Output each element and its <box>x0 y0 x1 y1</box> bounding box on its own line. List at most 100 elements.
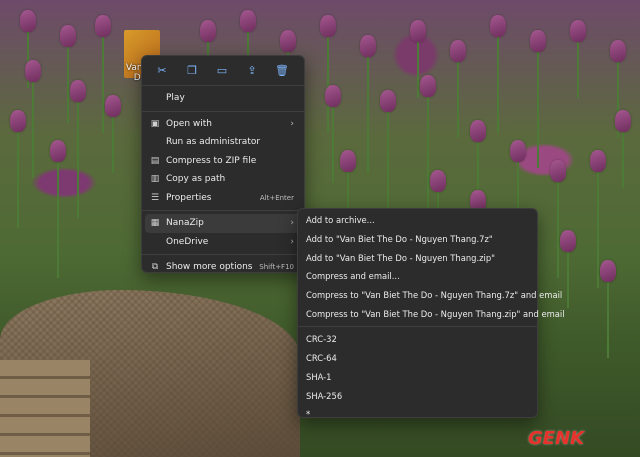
submenu-item-compress-7z-email[interactable]: Compress to "Van Biet The Do - Nguyen Th… <box>298 286 562 305</box>
nanazip-submenu: Add to archive... Add to "Van Biet The D… <box>297 208 565 419</box>
chevron-right-icon: › <box>290 118 294 129</box>
tulip-flower <box>570 20 586 42</box>
tulip-flower <box>450 40 466 62</box>
menu-item-label: OneDrive <box>166 236 209 247</box>
tulip-flower <box>600 260 616 282</box>
share-icon[interactable]: ⇪ <box>240 62 264 78</box>
tulip-stem <box>17 128 19 228</box>
submenu-item-add-to-archive[interactable]: Add to archive... <box>298 211 537 230</box>
tulip-flower <box>410 20 426 42</box>
menu-item-play[interactable]: Play <box>142 89 304 108</box>
menu-item-onedrive[interactable]: OneDrive › <box>142 233 304 252</box>
separator <box>298 326 537 328</box>
tulip-stem <box>67 43 69 123</box>
tulip-stem <box>457 58 459 138</box>
tulip-flower <box>490 15 506 37</box>
menu-item-properties[interactable]: ☰ Properties Alt+Enter <box>142 189 304 208</box>
tulip-flower <box>95 15 111 37</box>
menu-item-label: NanaZip <box>166 218 204 229</box>
cut-icon[interactable]: ✂ <box>150 62 174 78</box>
submenu-item-all-hashes[interactable]: * <box>298 405 537 424</box>
tulip-stem <box>497 33 499 133</box>
menu-item-copy-as-path[interactable]: ▥ Copy as path <box>142 170 304 189</box>
submenu-item-compress-and-email[interactable]: Compress and email... <box>298 267 537 286</box>
menu-item-label: Run as administrator <box>166 137 261 148</box>
tulip-stem <box>427 93 429 213</box>
delete-icon[interactable]: 🗑 <box>270 62 294 78</box>
copy-icon[interactable]: ❐ <box>180 62 204 78</box>
separator <box>142 210 304 211</box>
chevron-right-icon: › <box>290 236 294 247</box>
menu-item-open-with[interactable]: ▣ Open with › <box>142 115 304 134</box>
separator <box>142 254 304 255</box>
tulip-flower <box>550 160 566 182</box>
menu-item-label: Copy as path <box>166 174 226 185</box>
tulip-flower <box>20 10 36 32</box>
tulip-flower <box>10 110 26 132</box>
more-options-icon: ⧉ <box>151 262 159 272</box>
open-with-icon: ▣ <box>150 118 160 129</box>
menu-item-label: Play <box>166 93 185 104</box>
tulip-flower <box>70 80 86 102</box>
shortcut-hint: Alt+Enter <box>259 193 294 202</box>
tulip-stem <box>112 113 114 173</box>
tulip-flower <box>590 150 606 172</box>
submenu-item-crc64[interactable]: CRC-64 <box>298 349 537 368</box>
tulip-flower <box>610 40 626 62</box>
tulip-stem <box>622 128 624 188</box>
submenu-item-add-to-zip[interactable]: Add to "Van Biet The Do - Nguyen Thang.z… <box>298 248 537 267</box>
tulip-flower <box>320 15 336 37</box>
quick-action-bar: ✂ ❐ ▭ ⇪ 🗑 <box>142 56 304 82</box>
menu-item-nanazip[interactable]: ▦ NanaZip › <box>145 214 301 233</box>
genk-watermark-logo: GENK <box>528 428 584 449</box>
submenu-item-crc32[interactable]: CRC-32 <box>298 330 537 349</box>
tulip-stem <box>367 53 369 173</box>
tulip-flower <box>50 140 66 162</box>
menu-item-label: Open with <box>166 118 212 129</box>
tulip-flower <box>340 150 356 172</box>
tulip-stem <box>537 48 539 168</box>
tulip-flower <box>430 170 446 192</box>
tulip-stem <box>32 78 34 178</box>
tulip-stem <box>477 138 479 198</box>
wallpaper-wooden-crate <box>0 360 90 457</box>
tulip-flower <box>360 35 376 57</box>
separator <box>142 85 304 86</box>
tulip-stem <box>567 248 569 308</box>
tulip-stem <box>102 33 104 133</box>
shortcut-hint: Shift+F10 <box>259 263 294 272</box>
copy-path-icon: ▥ <box>150 174 160 184</box>
menu-item-label: Properties <box>166 192 212 203</box>
menu-item-label: Show more options <box>166 262 253 273</box>
tulip-flower <box>420 75 436 97</box>
genk-logo-text: GENK <box>528 428 585 449</box>
tulip-flower <box>380 90 396 112</box>
menu-item-run-as-admin[interactable]: Run as administrator <box>142 133 304 152</box>
properties-icon: ☰ <box>150 192 160 203</box>
submenu-item-sha1[interactable]: SHA-1 <box>298 368 537 387</box>
tulip-stem <box>597 168 599 288</box>
tulip-flower <box>60 25 76 47</box>
submenu-item-compress-zip-email[interactable]: Compress to "Van Biet The Do - Nguyen Th… <box>298 304 565 323</box>
submenu-item-sha256[interactable]: SHA-256 <box>298 386 537 405</box>
tulip-stem <box>607 278 609 358</box>
tulip-stem <box>417 38 419 98</box>
menu-item-label: Compress to ZIP file <box>166 155 257 166</box>
nanazip-icon: ▦ <box>150 218 160 228</box>
tulip-flower <box>615 110 631 132</box>
tulip-stem <box>577 38 579 98</box>
tulip-flower <box>530 30 546 52</box>
tulip-flower <box>280 30 296 52</box>
submenu-item-add-to-7z[interactable]: Add to "Van Biet The Do - Nguyen Thang.7… <box>298 230 537 249</box>
chevron-right-icon: › <box>290 218 294 229</box>
menu-item-compress-zip[interactable]: ▤ Compress to ZIP file <box>142 152 304 171</box>
tulip-stem <box>557 178 559 278</box>
tulip-flower <box>510 140 526 162</box>
tulip-flower <box>560 230 576 252</box>
tulip-flower <box>240 10 256 32</box>
menu-item-show-more-options[interactable]: ⧉ Show more options Shift+F10 <box>142 258 304 277</box>
rename-icon[interactable]: ▭ <box>210 62 234 78</box>
context-menu: ✂ ❐ ▭ ⇪ 🗑 Play ▣ Open with › Run as admi… <box>141 55 305 273</box>
separator <box>142 110 304 112</box>
tulip-stem <box>327 33 329 133</box>
